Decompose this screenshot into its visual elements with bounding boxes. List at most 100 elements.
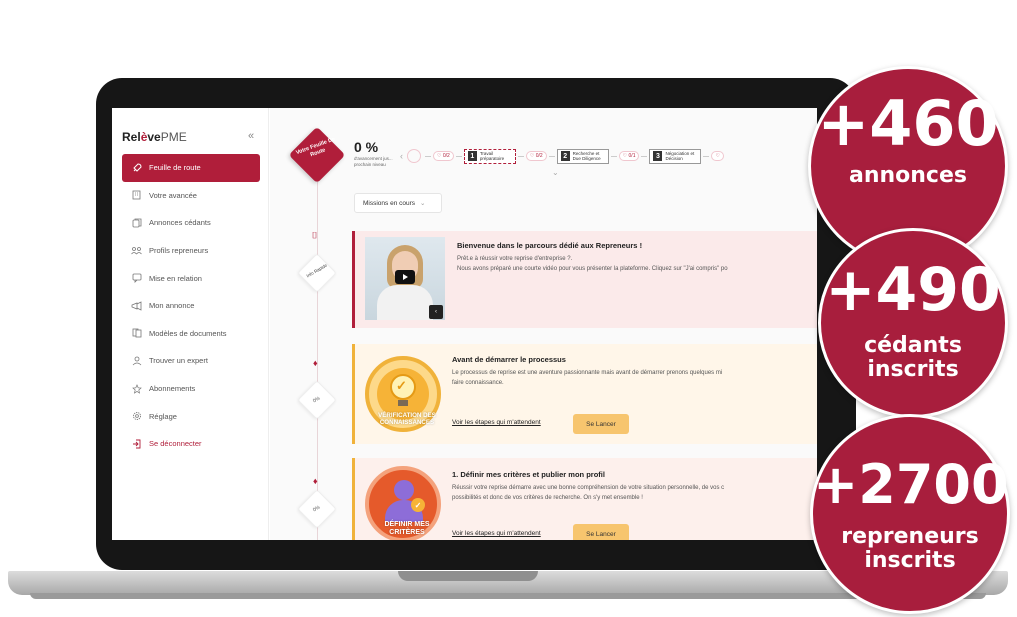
knowledge-badge: ✓ VÉRIFICATION DES CONNAISSANCES [365,356,441,432]
rocket-icon [131,162,142,173]
sidebar-item-votre-avancee[interactable]: Votre avancée [122,182,260,210]
check-icon: ✓ [396,378,407,393]
sidebar-item-abonnements[interactable]: Abonnements [122,375,260,403]
documents-icon [131,328,142,339]
rocket-icon: ♦ [313,358,318,368]
progress-percent: 0 % [354,139,379,155]
welcome-title: Bienvenue dans le parcours dédié aux Rep… [457,241,643,250]
step-connector [703,155,710,157]
stat-label: annonces [848,163,967,188]
sidebar-item-label: Abonnements [149,384,196,394]
start-steps-link[interactable]: Voir les étapes qui m'attendent [452,419,541,426]
sidebar-item-label: Feuille de route [149,163,201,173]
sidebar-item-trouver-un-expert[interactable]: Trouver un expert [122,347,260,375]
step-connector [610,155,617,157]
sidebar-item-mon-annonce[interactable]: Mon annonce [122,292,260,320]
step-pill: ♡ [711,151,724,161]
missions-dropdown[interactable]: Missions en cours ⌄ [354,193,442,213]
star-icon [131,383,142,394]
sidebar-item-label: Annonces cédants [149,218,211,228]
welcome-card: ‹ Bienvenue dans le parcours dédié aux R… [352,231,817,328]
sidebar-item-se-deconnecter[interactable]: Se déconnecter [122,430,260,458]
expert-icon [131,355,142,366]
criteria-launch-button[interactable]: Se Lancer [573,524,629,540]
play-icon[interactable] [395,270,415,284]
start-line-2: faire connaissance. [452,380,504,386]
step-pill: ♡ 0/2 [525,151,547,161]
criteria-line-2: possibilités et donc de vos critères de … [452,495,643,501]
progress-next-level: prochain niveau [354,162,386,167]
sidebar-item-label: Trouver un expert [149,356,208,366]
sidebar-item-label: Votre avancée [149,190,197,200]
stat-cedants: +490 cédants inscrits [818,228,1008,418]
sidebar-menu: Feuille de route Votre avancée Annonces … [122,154,260,458]
stat-number: +490 [825,255,1001,325]
video-control-icon[interactable]: ‹ [429,305,443,319]
laptop-notch [398,571,538,581]
sidebar-item-label: Réglage [149,411,177,421]
app-logo[interactable]: RelèvePME [122,130,187,144]
chevron-down-icon: ⌄ [420,200,426,207]
copy-icon [131,217,142,228]
start-title: Avant de démarrer le processus [452,355,566,364]
stat-repreneurs: +2700 repreneurs inscrits [810,414,1010,614]
laptop-base-shadow [30,593,986,599]
criteria-steps-link[interactable]: Voir les étapes qui m'attendent [452,530,541,537]
book-icon: ⌷ [312,230,318,240]
start-line-1: Le processus de reprise est une aventure… [452,370,723,376]
start-card: ✓ VÉRIFICATION DES CONNAISSANCES Avant de… [352,344,817,444]
step-connector [425,155,431,157]
step-pill: ♡ 0/1 [618,151,640,161]
step-pill: ♡ 0/2 [433,151,454,161]
megaphone-icon [131,300,142,311]
stat-label: cédants inscrits [864,333,962,382]
intro-video[interactable]: ‹ [365,237,445,320]
steps-stepper: ‹ ♡ 0/2 1 Travail préparatoire ♡ 0/2 2 R… [400,145,817,167]
chevron-left-icon[interactable]: ‹ [400,151,403,161]
step-1[interactable]: 1 Travail préparatoire [463,148,516,164]
chevron-down-icon[interactable]: ⌄ [552,168,559,177]
start-launch-button[interactable]: Se Lancer [573,414,629,434]
knowledge-badge-label: VÉRIFICATION DES CONNAISSANCES [378,412,436,426]
sidebar-item-profils-repreneurs[interactable]: Profils repreneurs [122,237,260,265]
sidebar-item-label: Modèles de documents [149,328,227,338]
step-connector [517,155,524,157]
check-icon: ✓ [411,498,425,512]
welcome-line-2: Nous avons préparé une courte vidéo pour… [457,266,728,272]
sidebar-item-feuille-de-route[interactable]: Feuille de route [122,154,260,182]
sidebar-item-label: Profils repreneurs [149,246,209,256]
sidebar: RelèvePME « Feuille de route Votre avanc… [112,108,269,540]
main-content: Votre Feuille De Route 0 % d'avancement … [270,108,817,540]
step-connector [455,155,462,157]
welcome-line-1: Prêt.e à réussir votre reprise d'entrepr… [457,256,573,262]
gear-icon [131,411,142,422]
building-icon [131,190,142,201]
sidebar-item-reglage[interactable]: Réglage [122,402,260,430]
step-connector [548,155,555,157]
sidebar-item-mise-en-relation[interactable]: Mise en relation [122,264,260,292]
step-3[interactable]: 3 Négociation et Décision [649,148,702,164]
logout-icon [131,438,142,449]
sidebar-item-label: Mise en relation [149,273,202,283]
criteria-title: 1. Définir mes critères et publier mon p… [452,470,605,479]
sidebar-item-label: Mon annonce [149,301,195,311]
progress-subtitle: d'avancement jus... [354,156,393,161]
sidebar-item-annonces-cedants[interactable]: Annonces cédants [122,209,260,237]
sidebar-item-modeles-de-documents[interactable]: Modèles de documents [122,320,260,348]
criteria-badge: ✓ DÉFINIR MES CRITÈRES [365,466,441,540]
criteria-badge-label: DÉFINIR MES CRITÈRES [384,521,430,536]
rocket-icon: ♦ [313,476,318,486]
stat-number: +2700 [813,453,1009,516]
chat-icon [131,273,142,284]
step-2[interactable]: 2 Recherche et Due Diligence [556,148,609,164]
criteria-card: ✓ DÉFINIR MES CRITÈRES 1. Définir mes cri… [352,458,817,540]
step-start-circle [407,149,421,163]
criteria-line-1: Réussir votre reprise démarre avec une b… [452,485,725,491]
app-screen: RelèvePME « Feuille de route Votre avanc… [112,108,817,540]
users-icon [131,245,142,256]
stat-label: repreneurs inscrits [841,524,979,573]
double-chevron-left-icon[interactable]: « [248,130,254,142]
stat-number: +460 [817,87,999,160]
sidebar-item-label: Se déconnecter [149,439,202,449]
step-connector [641,155,648,157]
